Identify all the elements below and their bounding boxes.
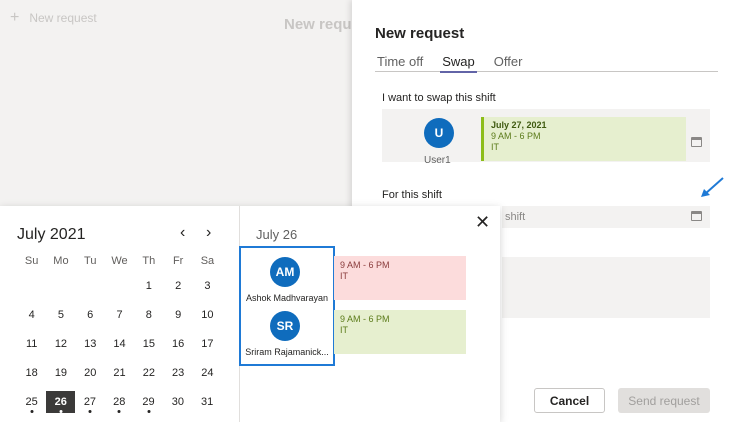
calendar-day[interactable]: 12 [46, 333, 75, 355]
calendar-day[interactable]: 13 [76, 333, 105, 355]
calendar-day[interactable]: 14 [105, 333, 134, 355]
calendar-day[interactable]: 21 [105, 362, 134, 384]
shift-picker-popup: July 2021 ‹ › Su Mo Tu We Th Fr Sa 12345… [0, 206, 500, 422]
for-shift-selector[interactable]: shift [502, 206, 710, 228]
avatar: U [424, 118, 454, 148]
avatar: AM [270, 257, 300, 287]
weekday-label: Sa [200, 255, 215, 267]
tab-time-off[interactable]: Time off [375, 54, 425, 72]
send-request-button[interactable]: Send request [618, 388, 710, 413]
calendar-icon[interactable] [691, 137, 702, 147]
shift-date: July 27, 2021 [491, 120, 547, 130]
panel-title: New request [375, 25, 465, 42]
shift-group: IT [340, 325, 348, 335]
shift-group: IT [340, 271, 348, 281]
calendar-day[interactable]: 23 [163, 362, 192, 384]
people-column: AM Ashok Madhvarayan SR Sriram Rajamanic… [239, 246, 335, 366]
tab-swap[interactable]: Swap [440, 54, 477, 73]
calendar-day[interactable]: 18 [17, 362, 46, 384]
calendar-week: 18 19 20 21 22 23 24 [17, 362, 222, 384]
schedule-date: July 26 [256, 227, 298, 242]
calendar-day[interactable]: 1 [134, 275, 163, 297]
close-icon[interactable]: ✕ [475, 212, 490, 233]
request-tabs: Time off Swap Offer [375, 54, 718, 73]
calendar-day[interactable]: 28 [105, 391, 134, 413]
calendar-empty-cell [105, 275, 134, 297]
weekday-label: Fr [172, 255, 184, 267]
shift-card[interactable]: July 27, 2021 9 AM - 6 PM IT [481, 117, 686, 161]
weekday-label: Mo [53, 255, 69, 267]
swap-label: I want to swap this shift [382, 92, 496, 104]
tab-offer[interactable]: Offer [492, 54, 525, 72]
weekday-label: Th [142, 255, 156, 267]
calendar-day[interactable]: 15 [134, 333, 163, 355]
note-field[interactable] [502, 257, 710, 318]
chevron-left-icon[interactable]: ‹ [180, 224, 185, 242]
calendar-day[interactable]: 8 [134, 304, 163, 326]
calendar-week: 11 12 13 14 15 16 17 [17, 333, 222, 355]
calendar-day[interactable]: 29 [134, 391, 163, 413]
person-name: Sriram Rajamanick... [245, 347, 329, 357]
calendar-day[interactable]: 7 [105, 304, 134, 326]
calendar-day[interactable]: 2 [163, 275, 192, 297]
weekday-label: We [111, 255, 128, 267]
calendar-day[interactable]: 25 [17, 391, 46, 413]
shift-group: IT [491, 142, 499, 152]
calendar-day[interactable]: 9 [163, 304, 192, 326]
new-request-button-bg: + New request [10, 10, 97, 26]
calendar-day[interactable]: 31 [192, 391, 221, 413]
calendar-day[interactable]: 24 [193, 362, 222, 384]
for-shift-label: For this shift [382, 189, 442, 201]
weekday-header: Su Mo Tu We Th Fr Sa [17, 255, 222, 267]
current-shift-selector[interactable]: U User1 July 27, 2021 9 AM - 6 PM IT [382, 109, 710, 166]
calendar-day[interactable]: 5 [46, 304, 75, 326]
new-request-label-bg: New request [29, 11, 97, 25]
calendar-week: 4 5 6 7 8 9 10 [17, 304, 222, 326]
calendar-day[interactable]: 3 [193, 275, 222, 297]
calendar-icon[interactable] [691, 211, 702, 221]
chevron-right-icon[interactable]: › [206, 224, 211, 242]
shift-card[interactable]: 9 AM - 6 PM IT [334, 256, 466, 300]
avatar: SR [270, 311, 300, 341]
pointer-arrow-icon [701, 177, 724, 197]
shift-time: 9 AM - 6 PM [340, 314, 390, 324]
calendar-day[interactable]: 22 [134, 362, 163, 384]
calendar-day[interactable]: 30 [163, 391, 192, 413]
calendar-day[interactable]: 17 [193, 333, 222, 355]
calendar-day[interactable]: 10 [193, 304, 222, 326]
calendar-day[interactable]: 20 [76, 362, 105, 384]
calendar-day[interactable]: 6 [76, 304, 105, 326]
calendar-day[interactable]: 16 [163, 333, 192, 355]
calendar-day[interactable]: 27 [75, 391, 104, 413]
calendar-month: July 2021 [17, 226, 86, 243]
calendar-empty-cell [76, 275, 105, 297]
calendar-day[interactable]: 4 [17, 304, 46, 326]
plus-icon: + [10, 9, 20, 26]
calendar-day[interactable]: 19 [46, 362, 75, 384]
weekday-label: Su [24, 255, 39, 267]
for-shift-placeholder: shift [505, 211, 526, 223]
person-name: Ashok Madhvarayan [245, 293, 329, 303]
calendar-empty-cell [17, 275, 46, 297]
calendar-day[interactable]: 11 [17, 333, 46, 355]
user-name: User1 [424, 155, 451, 166]
shift-card[interactable]: 9 AM - 6 PM IT [334, 310, 466, 354]
calendar-week: 25 26 27 28 29 30 31 [17, 391, 222, 413]
background-title: New request [284, 16, 352, 33]
calendar-day[interactable]: 26 [46, 391, 76, 413]
shift-time: 9 AM - 6 PM [340, 260, 390, 270]
date-calendar: July 2021 ‹ › Su Mo Tu We Th Fr Sa 12345… [0, 206, 240, 422]
day-schedule: July 26 ✕ AM Ashok Madhvarayan SR Sriram… [239, 206, 500, 422]
calendar-empty-cell [46, 275, 75, 297]
calendar-week: 123 [17, 275, 222, 297]
cancel-button[interactable]: Cancel [534, 388, 605, 413]
shift-time: 9 AM - 6 PM [491, 131, 541, 141]
weekday-label: Tu [84, 255, 97, 267]
